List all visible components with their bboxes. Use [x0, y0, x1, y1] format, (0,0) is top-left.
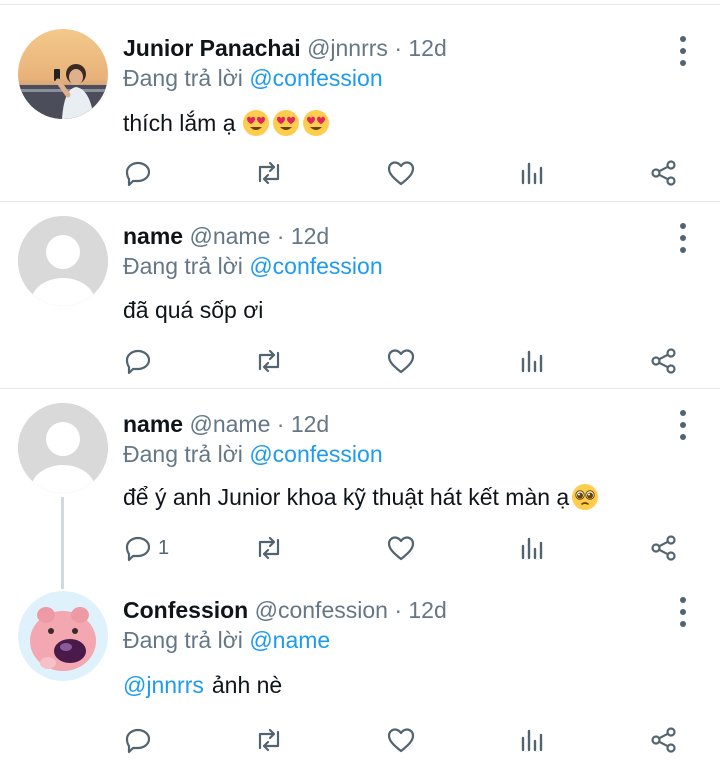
- tweet-text: @jnnrrs ảnh nè: [123, 670, 282, 700]
- replying-to-label: Đang trả lời: [123, 627, 243, 653]
- reply-icon: [125, 728, 151, 754]
- dot: [680, 609, 686, 615]
- tweet-header: Confession @confession · 12d: [123, 596, 447, 624]
- tweet-text-content: ảnh nè: [211, 672, 283, 698]
- more-options-button[interactable]: [673, 597, 693, 627]
- separator: ·: [394, 597, 402, 623]
- replying-to-link[interactable]: @name: [249, 627, 330, 653]
- retweet-icon: [258, 728, 280, 752]
- heart-icon: [387, 728, 415, 753]
- tweet-actions: [0, 722, 720, 758]
- timestamp[interactable]: 12d: [408, 597, 446, 623]
- tweet-4[interactable]: Confession @confession · 12d Đang trả lờ…: [0, 0, 720, 764]
- share-icon: [651, 727, 676, 753]
- handle[interactable]: @confession: [255, 597, 388, 623]
- replying-to: Đang trả lời @name: [123, 626, 330, 654]
- retweet-button[interactable]: [254, 722, 284, 758]
- dot: [680, 597, 686, 603]
- reply-button[interactable]: [124, 722, 158, 758]
- avatar-confession[interactable]: [18, 591, 108, 681]
- display-name[interactable]: Confession: [123, 597, 248, 623]
- share-button[interactable]: [650, 722, 678, 758]
- views-button[interactable]: [518, 722, 546, 758]
- mention-link[interactable]: @jnnrrs: [123, 670, 204, 700]
- like-button[interactable]: [386, 722, 416, 758]
- views-icon: [521, 729, 543, 752]
- dot: [680, 621, 686, 627]
